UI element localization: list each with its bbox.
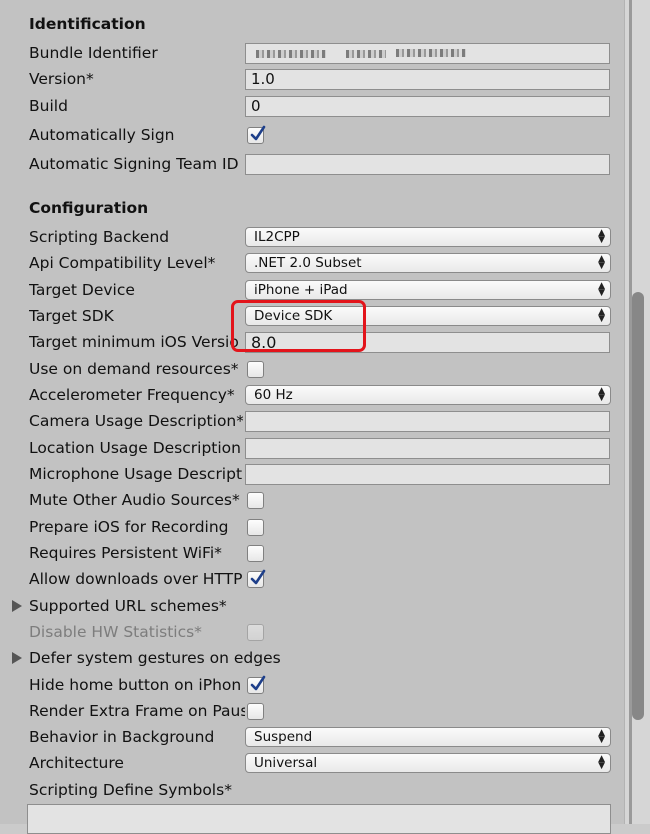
allow-http-label: Allow downloads over HTTP xyxy=(29,570,243,588)
background-behavior-label: Behavior in Background xyxy=(29,728,215,746)
up-down-arrows-icon: ▲ ▼ xyxy=(598,307,605,324)
version-field[interactable]: 1.0 xyxy=(245,69,610,90)
up-down-arrows-icon: ▲ ▼ xyxy=(598,254,605,271)
inspector-panel: Identification Bundle Identifier Version… xyxy=(0,0,624,834)
background-behavior-value: Suspend xyxy=(254,729,313,745)
disable-hw-stats-checkbox xyxy=(247,624,264,641)
mute-audio-checkbox[interactable] xyxy=(247,492,264,509)
redacted-text xyxy=(256,50,326,58)
allow-http-checkbox[interactable] xyxy=(247,569,266,588)
up-down-arrows-icon: ▲ ▼ xyxy=(598,728,605,745)
target-sdk-value: Device SDK xyxy=(254,308,333,324)
checkmark-icon xyxy=(250,675,266,691)
camera-desc-label: Camera Usage Description* xyxy=(29,412,243,430)
redacted-text xyxy=(396,49,466,57)
mute-audio-label: Mute Other Audio Sources* xyxy=(29,491,240,509)
defer-gestures-foldout-icon[interactable] xyxy=(12,652,22,664)
target-min-ios-field[interactable]: 8.0 xyxy=(245,332,610,353)
signing-team-field[interactable] xyxy=(245,154,610,175)
target-sdk-dropdown[interactable]: Device SDK ▲ ▼ xyxy=(245,306,611,326)
configuration-heading: Configuration xyxy=(29,199,149,217)
mic-desc-label: Microphone Usage Descript xyxy=(29,465,243,483)
up-down-arrows-icon: ▲ ▼ xyxy=(598,228,605,245)
accel-freq-value: 60 Hz xyxy=(254,387,293,403)
persistent-wifi-label: Requires Persistent WiFi* xyxy=(29,544,222,562)
api-compat-label: Api Compatibility Level* xyxy=(29,254,216,272)
prepare-recording-checkbox[interactable] xyxy=(247,519,264,536)
up-down-arrows-icon: ▲ ▼ xyxy=(598,754,605,771)
version-label: Version* xyxy=(29,70,94,88)
url-schemes-label[interactable]: Supported URL schemes* xyxy=(29,594,227,618)
architecture-label: Architecture xyxy=(29,754,124,772)
scripting-backend-label: Scripting Backend xyxy=(29,228,170,246)
persistent-wifi-checkbox[interactable] xyxy=(247,545,264,562)
checkmark-icon xyxy=(250,125,266,141)
accel-freq-dropdown[interactable]: 60 Hz ▲ ▼ xyxy=(245,385,611,405)
scrollbar-thumb[interactable] xyxy=(632,292,644,720)
up-down-arrows-icon: ▲ ▼ xyxy=(598,386,605,403)
defer-gestures-label[interactable]: Defer system gestures on edges xyxy=(29,646,281,670)
define-symbols-field[interactable] xyxy=(27,804,611,834)
identification-heading: Identification xyxy=(29,15,146,33)
target-device-value: iPhone + iPad xyxy=(254,282,348,298)
bundle-identifier-label: Bundle Identifier xyxy=(29,44,158,62)
location-desc-label: Location Usage Description xyxy=(29,439,241,457)
automatically-sign-checkbox[interactable] xyxy=(247,125,266,144)
extra-frame-checkbox[interactable] xyxy=(247,703,264,720)
signing-team-label: Automatic Signing Team ID xyxy=(29,155,239,173)
scripting-backend-dropdown[interactable]: IL2CPP ▲ ▼ xyxy=(245,227,611,247)
on-demand-label: Use on demand resources* xyxy=(29,360,239,378)
camera-desc-field[interactable] xyxy=(245,411,610,432)
automatically-sign-label: Automatically Sign xyxy=(29,126,175,144)
build-field[interactable]: 0 xyxy=(245,96,610,117)
accel-freq-label: Accelerometer Frequency* xyxy=(29,386,235,404)
architecture-dropdown[interactable]: Universal ▲ ▼ xyxy=(245,753,611,773)
prepare-recording-label: Prepare iOS for Recording xyxy=(29,518,229,536)
extra-frame-label: Render Extra Frame on Paus xyxy=(29,702,245,720)
target-min-ios-label: Target minimum iOS Versio xyxy=(29,333,239,351)
api-compat-value: .NET 2.0 Subset xyxy=(254,255,362,271)
url-schemes-foldout-icon[interactable] xyxy=(12,600,22,612)
build-label: Build xyxy=(29,97,68,115)
on-demand-checkbox[interactable] xyxy=(247,361,264,378)
redacted-text xyxy=(346,50,386,58)
target-device-dropdown[interactable]: iPhone + iPad ▲ ▼ xyxy=(245,280,611,300)
api-compat-dropdown[interactable]: .NET 2.0 Subset ▲ ▼ xyxy=(245,253,611,273)
mic-desc-field[interactable] xyxy=(245,464,610,485)
location-desc-field[interactable] xyxy=(245,438,610,459)
checkmark-icon xyxy=(250,569,266,585)
target-device-label: Target Device xyxy=(29,281,135,299)
bundle-identifier-field[interactable] xyxy=(245,43,610,64)
hide-home-checkbox[interactable] xyxy=(247,675,266,694)
scripting-backend-value: IL2CPP xyxy=(254,229,300,245)
up-down-arrows-icon: ▲ ▼ xyxy=(598,281,605,298)
background-behavior-dropdown[interactable]: Suspend ▲ ▼ xyxy=(245,727,611,747)
define-symbols-label: Scripting Define Symbols* xyxy=(29,781,232,799)
disable-hw-stats-label: Disable HW Statistics* xyxy=(29,623,202,641)
architecture-value: Universal xyxy=(254,755,318,771)
hide-home-label: Hide home button on iPhon xyxy=(29,676,242,694)
target-sdk-label: Target SDK xyxy=(29,307,114,325)
